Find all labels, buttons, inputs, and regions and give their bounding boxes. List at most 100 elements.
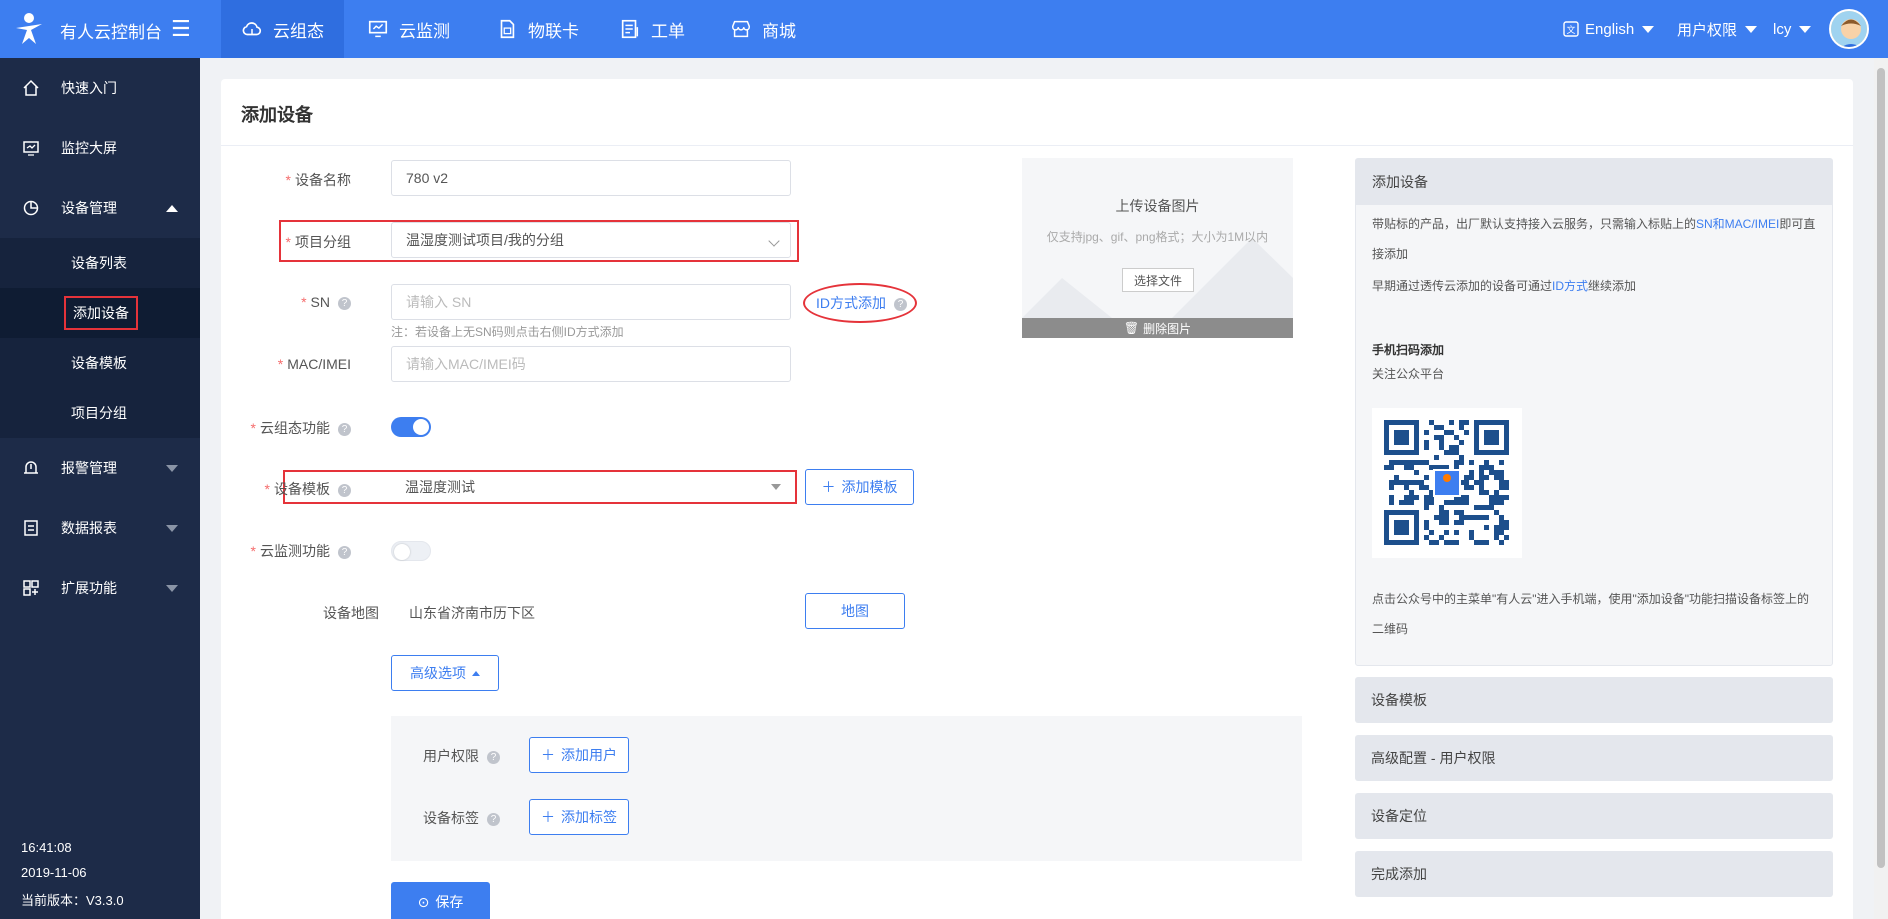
device-name-input[interactable]: 780 v2 xyxy=(391,160,791,196)
current-date: 2019-11-06 xyxy=(21,865,87,880)
accordion-device-template[interactable]: 设备模板 xyxy=(1355,677,1833,723)
plus-icon: ＋ xyxy=(821,479,836,495)
tab-iot-card[interactable]: 物联卡 xyxy=(476,0,599,58)
add-template-button[interactable]: ＋添加模板 xyxy=(805,469,914,505)
help-icon[interactable]: ? xyxy=(338,422,351,436)
help-icon[interactable]: ? xyxy=(338,483,351,497)
save-button[interactable]: ⊙ 保存 xyxy=(391,882,490,919)
avatar[interactable] xyxy=(1829,9,1869,49)
sidebar-item-extensions[interactable]: 扩展功能 xyxy=(0,558,200,618)
help-icon[interactable]: ? xyxy=(487,750,500,764)
screen-icon xyxy=(23,141,39,156)
plus-icon: ＋ xyxy=(541,747,555,763)
cloud-monitor-toggle[interactable] xyxy=(391,541,431,561)
advanced-options-button[interactable]: 高级选项 xyxy=(391,655,499,691)
sidebar-item-label: 监控大屏 xyxy=(61,140,117,156)
sidebar-item-label: 数据报表 xyxy=(61,520,117,536)
sidebar-item-device-template[interactable]: 设备模板 xyxy=(0,338,200,388)
sidebar-item-data-report[interactable]: 数据报表 xyxy=(0,498,200,558)
brand-name: 有人云控制台 xyxy=(60,23,162,42)
sidebar: 快速入门 监控大屏 设备管理 设备列表 添加设备 设备模板 项目分组 报警管理 … xyxy=(0,58,200,919)
device-name-label: * 设备名称 xyxy=(285,172,351,188)
tab-label: 商城 xyxy=(762,21,796,41)
map-button[interactable]: 地图 xyxy=(805,593,905,629)
upload-title: 上传设备图片 xyxy=(1115,198,1200,214)
qr-code xyxy=(1372,408,1522,558)
cloud-icon xyxy=(242,22,262,36)
alarm-icon xyxy=(24,461,38,474)
qr-caption: 点击公众号中的主菜单"有人云"进入手机端，使用"添加设备"功能扫描设备标签上的二… xyxy=(1372,592,1810,636)
project-group-select[interactable]: 温湿度测试项目/我的分组 xyxy=(391,222,791,258)
sidebar-subitem-label: 设备模板 xyxy=(71,355,127,371)
add-user-button[interactable]: ＋添加用户 xyxy=(529,737,629,773)
permissions-label: 用户权限 xyxy=(1677,21,1738,39)
mac-input[interactable]: 请输入MAC/IMEI码 xyxy=(391,346,791,382)
sidebar-item-label: 快速入门 xyxy=(61,80,117,96)
sidebar-item-label: 扩展功能 xyxy=(61,580,117,596)
sidebar-subitem-label: 项目分组 xyxy=(71,405,127,421)
sn-note: 注：若设备上无SN码则点击右侧ID方式添加 xyxy=(391,325,624,339)
cloud-monitor-label: * 云监测功能? xyxy=(221,541,351,561)
cloud-config-toggle[interactable] xyxy=(391,417,431,437)
svg-text:文: 文 xyxy=(1566,24,1575,36)
tab-work-order[interactable]: 工单 xyxy=(599,0,705,58)
help-panel: 添加设备 带贴标的产品，出厂默认支持接入云服务，只需输入标贴上的SN和MAC/I… xyxy=(1355,158,1833,666)
accordion-complete[interactable]: 完成添加 xyxy=(1355,851,1833,897)
tab-label: 物联卡 xyxy=(528,21,579,41)
divider xyxy=(221,145,1853,146)
sn-label: * SN? xyxy=(221,294,351,310)
tab-store[interactable]: 商城 xyxy=(710,0,816,58)
tab-cloud-config[interactable]: 云组态 xyxy=(221,0,344,58)
sidebar-item-add-device[interactable]: 添加设备 xyxy=(0,288,200,338)
chevron-up-icon xyxy=(166,204,178,212)
help-panel-header: 添加设备 xyxy=(1356,159,1832,205)
sidebar-item-monitor-screen[interactable]: 监控大屏 xyxy=(0,118,200,178)
chevron-down-icon xyxy=(166,464,178,472)
sidebar-item-device-list[interactable]: 设备列表 xyxy=(0,238,200,288)
accordion-device-location[interactable]: 设备定位 xyxy=(1355,793,1833,839)
follow-text: 关注公众平台 xyxy=(1372,367,1445,381)
choose-file-button[interactable]: 选择文件 xyxy=(1122,268,1194,292)
sidebar-item-device-management[interactable]: 设备管理 xyxy=(0,178,200,238)
id-method-link[interactable]: ID方式 xyxy=(1552,279,1588,293)
user-menu[interactable]: lcy xyxy=(1773,0,1812,58)
top-navigation-bar: 有人云控制台 ☰ 云组态 云监测 物联卡 工单 商城 文 English 用户权… xyxy=(0,0,1888,58)
accordion-advanced-config[interactable]: 高级配置 - 用户权限 xyxy=(1355,735,1833,781)
sidebar-item-quick-start[interactable]: 快速入门 xyxy=(0,58,200,118)
permissions-menu[interactable]: 用户权限 xyxy=(1677,0,1758,58)
scrollbar[interactable] xyxy=(1874,58,1888,919)
sn-input[interactable]: 请输入 SN xyxy=(391,284,791,320)
trash-icon: 🗑 xyxy=(1123,321,1140,335)
advanced-options-panel: 用户权限? ＋添加用户 设备标签? ＋添加标签 xyxy=(391,716,1302,861)
toggle-knob xyxy=(394,544,410,560)
help-icon[interactable]: ? xyxy=(894,297,907,311)
scrollbar-thumb[interactable] xyxy=(1877,68,1885,868)
template-select[interactable]: 温湿度测试 xyxy=(391,472,795,502)
tab-cloud-monitor[interactable]: 云监测 xyxy=(347,0,470,58)
language-selector[interactable]: 文 English xyxy=(1563,0,1655,58)
sn-mac-link[interactable]: SN和MAC/IMEI xyxy=(1696,217,1779,231)
report-icon xyxy=(24,520,38,536)
sidebar-item-alarm-management[interactable]: 报警管理 xyxy=(0,438,200,498)
sidebar-subitem-label: 添加设备 xyxy=(64,296,138,330)
help-icon[interactable]: ? xyxy=(338,545,351,559)
mac-label: * MAC/IMEI xyxy=(277,356,351,372)
sim-card-icon xyxy=(500,19,515,39)
check-circle-icon: ⊙ xyxy=(417,893,430,910)
add-tag-button[interactable]: ＋添加标签 xyxy=(529,799,629,835)
help-icon[interactable]: ? xyxy=(487,812,500,826)
chevron-down-icon xyxy=(1799,25,1812,33)
device-management-submenu: 设备列表 添加设备 设备模板 项目分组 xyxy=(0,238,200,438)
tab-label: 云监测 xyxy=(399,21,450,41)
id-add-link[interactable]: ID方式添加? xyxy=(816,293,907,313)
menu-toggle-icon[interactable]: ☰ xyxy=(171,18,191,40)
chevron-down-icon xyxy=(1642,25,1655,33)
sidebar-item-project-group[interactable]: 项目分组 xyxy=(0,388,200,438)
chevron-down-icon xyxy=(166,524,178,532)
delete-image-button[interactable]: 🗑 删除图片 xyxy=(1022,318,1293,338)
user-permission-label: 用户权限? xyxy=(423,746,500,766)
language-icon: 文 xyxy=(1563,21,1579,37)
map-label: 设备地图 xyxy=(323,605,379,621)
help-icon[interactable]: ? xyxy=(338,296,351,310)
device-tag-label: 设备标签? xyxy=(423,808,500,828)
